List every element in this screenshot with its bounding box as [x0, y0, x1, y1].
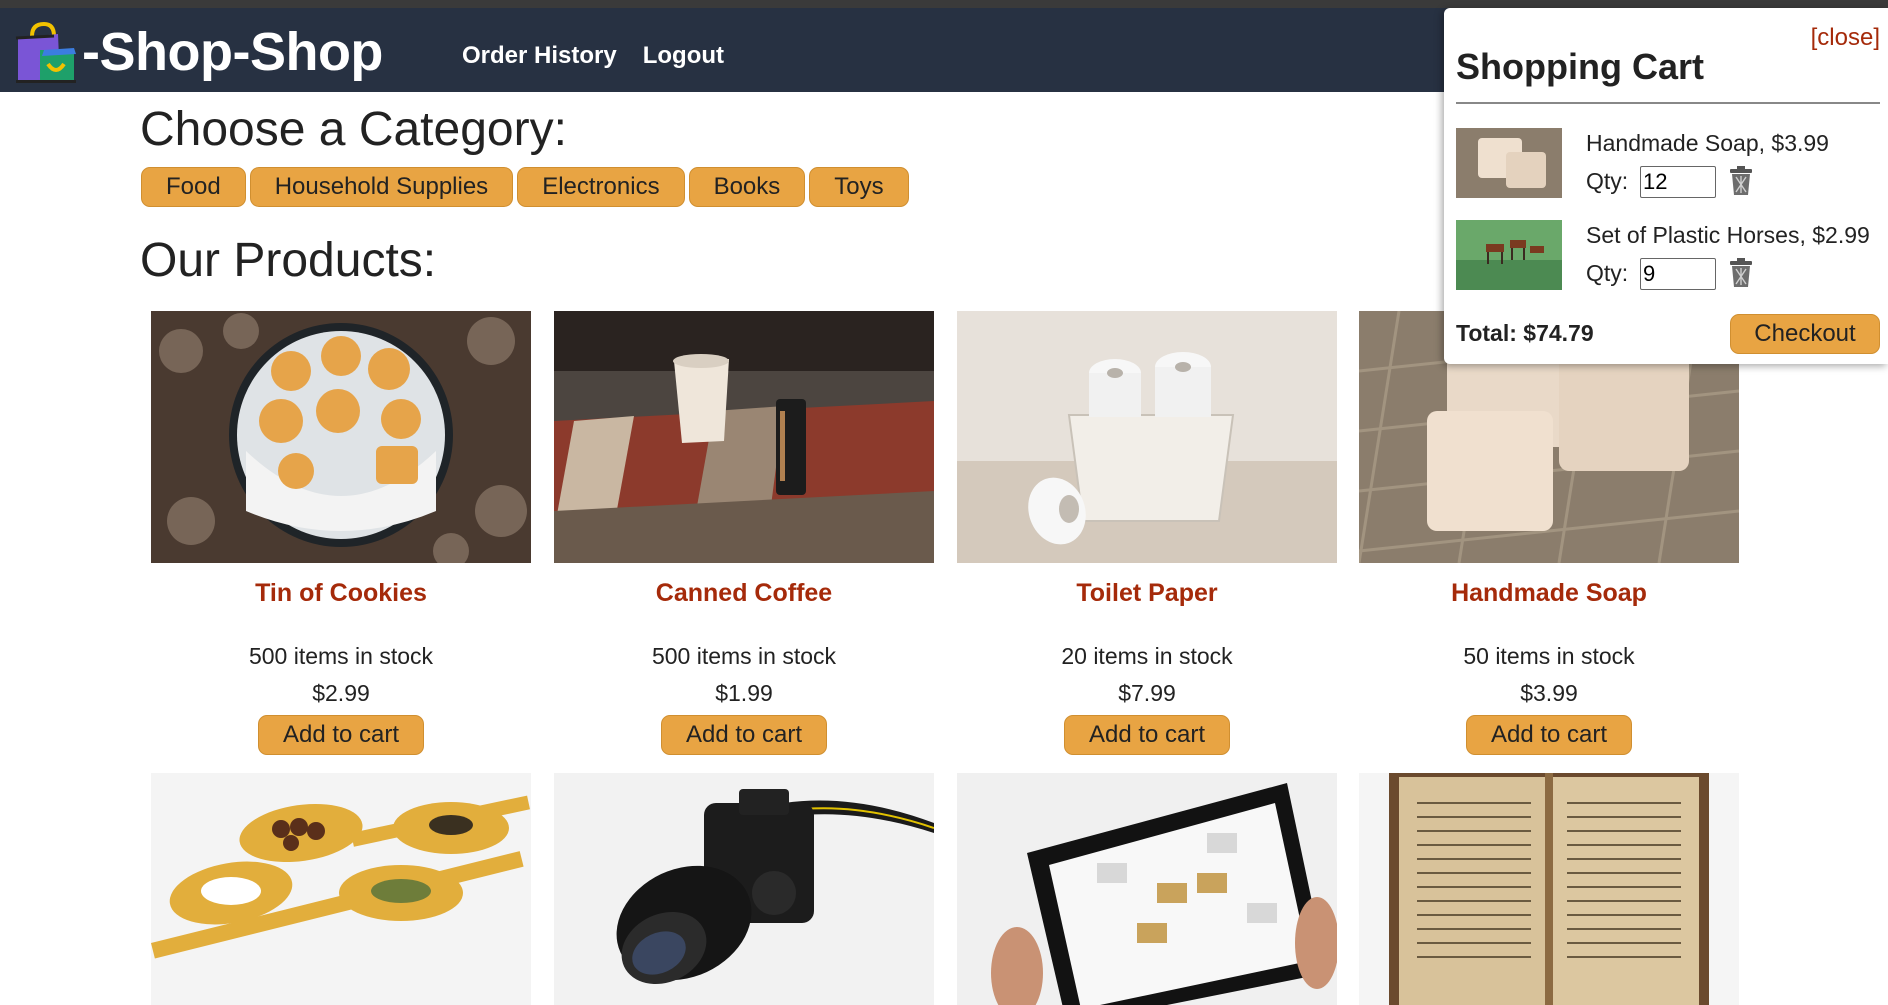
- brand[interactable]: -Shop-Shop: [14, 20, 383, 84]
- product-price: $1.99: [715, 680, 773, 706]
- product-card: [151, 773, 531, 1005]
- spices-image[interactable]: [151, 773, 531, 1005]
- category-electronics-button[interactable]: Electronics: [517, 167, 685, 207]
- cookies-tin-image[interactable]: [151, 311, 531, 563]
- add-to-cart-button[interactable]: Add to cart: [258, 715, 424, 755]
- cart-item: Set of Plastic Horses, $2.99 Qty:: [1456, 220, 1880, 290]
- cart-item-image: [1456, 220, 1562, 290]
- product-stock: 20 items in stock: [1061, 643, 1233, 669]
- category-household-supplies-button[interactable]: Household Supplies: [249, 167, 514, 207]
- cart-close-button[interactable]: [close]: [1811, 24, 1880, 52]
- cart-qty-label: Qty:: [1586, 168, 1629, 194]
- trash-icon[interactable]: [1728, 258, 1754, 288]
- order-history-link[interactable]: Order History: [462, 42, 617, 70]
- product-price: $2.99: [312, 680, 370, 706]
- shopping-cart-panel: [close] Shopping Cart Handmade Soap, $3.…: [1444, 8, 1888, 364]
- category-heading: Choose a Category:: [140, 103, 567, 156]
- product-stock: 50 items in stock: [1463, 643, 1635, 669]
- canned-coffee-image[interactable]: [554, 311, 934, 563]
- product-stock: 500 items in stock: [651, 643, 837, 669]
- cart-item-name: Handmade Soap, $3.99: [1586, 130, 1829, 156]
- product-name[interactable]: Canned Coffee: [554, 579, 934, 629]
- product-card: [1359, 773, 1739, 1005]
- checkout-button[interactable]: Checkout: [1730, 314, 1880, 354]
- cart-item-image: [1456, 128, 1562, 198]
- product-stock: 500 items in stock: [248, 643, 434, 669]
- category-list: Food Household Supplies Electronics Book…: [141, 167, 909, 207]
- product-name[interactable]: Handmade Soap: [1359, 579, 1739, 629]
- logout-link[interactable]: Logout: [643, 42, 724, 70]
- camera-image[interactable]: [554, 773, 934, 1005]
- product-name[interactable]: Tin of Cookies: [151, 579, 531, 629]
- product-card: Tin of Cookies 500 items in stock $2.99 …: [151, 311, 531, 755]
- product-card: Toilet Paper 20 items in stock $7.99 Add…: [957, 311, 1337, 755]
- product-price: $7.99: [1118, 680, 1176, 706]
- product-card: Canned Coffee 500 items in stock $1.99 A…: [554, 311, 934, 755]
- window-top-border: [0, 0, 1888, 8]
- product-card: [957, 773, 1337, 1005]
- cart-divider: [1456, 102, 1880, 104]
- cart-item-name: Set of Plastic Horses, $2.99: [1586, 222, 1870, 248]
- add-to-cart-button[interactable]: Add to cart: [661, 715, 827, 755]
- tablet-image[interactable]: [957, 773, 1337, 1005]
- product-name[interactable]: Toilet Paper: [957, 579, 1337, 629]
- shopping-bag-icon: [15, 21, 76, 83]
- nav-links: Order History Logout: [462, 42, 724, 70]
- cart-qty-input[interactable]: [1640, 166, 1716, 198]
- book-image[interactable]: [1359, 773, 1739, 1005]
- cart-item: Handmade Soap, $3.99 Qty:: [1456, 128, 1880, 198]
- trash-icon[interactable]: [1728, 166, 1754, 196]
- add-to-cart-button[interactable]: Add to cart: [1064, 715, 1230, 755]
- add-to-cart-button[interactable]: Add to cart: [1466, 715, 1632, 755]
- cart-total: Total: $74.79: [1456, 320, 1594, 346]
- products-heading: Our Products:: [140, 234, 437, 287]
- product-price: $3.99: [1520, 680, 1578, 706]
- product-card: [554, 773, 934, 1005]
- category-food-button[interactable]: Food: [141, 167, 246, 207]
- product-card: Handmade Soap 50 items in stock $3.99 Ad…: [1359, 311, 1739, 755]
- toilet-paper-image[interactable]: [957, 311, 1337, 563]
- cart-qty-label: Qty:: [1586, 260, 1629, 286]
- category-toys-button[interactable]: Toys: [809, 167, 909, 207]
- cart-qty-input[interactable]: [1640, 258, 1716, 290]
- cart-title: Shopping Cart: [1456, 46, 1704, 87]
- brand-name: -Shop-Shop: [82, 22, 383, 82]
- category-books-button[interactable]: Books: [688, 167, 806, 207]
